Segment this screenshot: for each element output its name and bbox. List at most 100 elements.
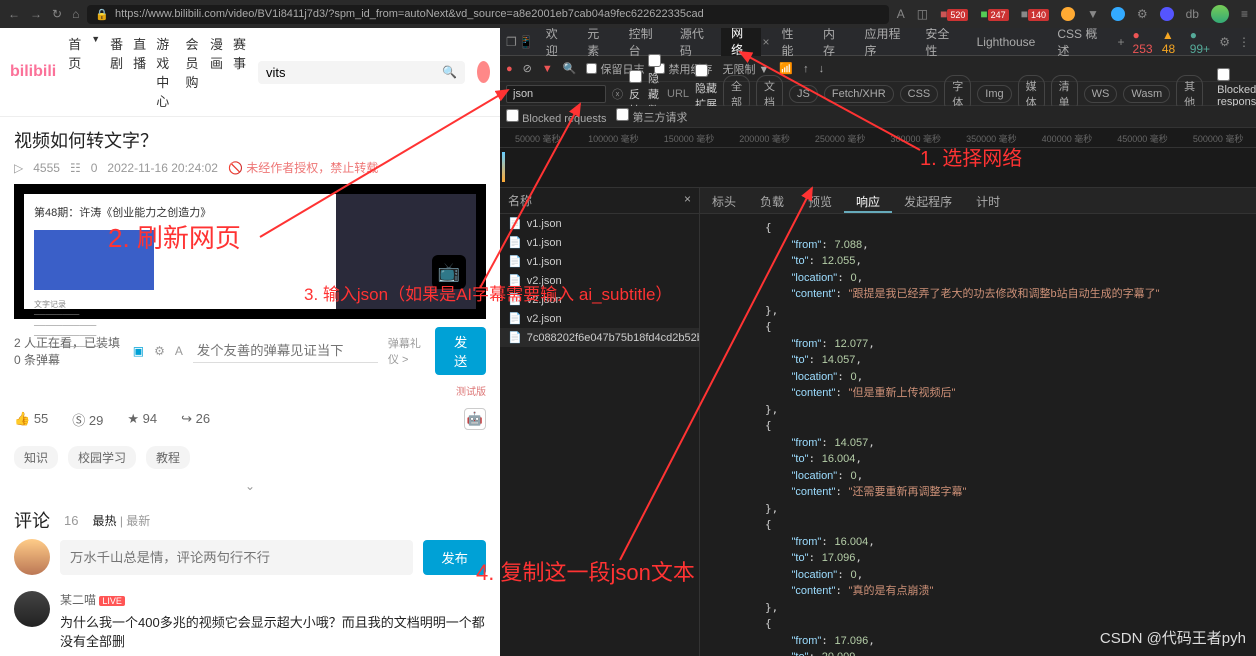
fav-button[interactable]: ★ 94 [127, 411, 157, 427]
close-tab-icon[interactable]: × [763, 35, 770, 49]
ext-icon[interactable]: ▼ [1087, 7, 1099, 21]
tag[interactable]: 教程 [146, 446, 190, 469]
reload-icon[interactable]: ↻ [52, 7, 62, 21]
request-row[interactable]: 📄 7c088202f6e047b75b18fd4cd2b52b2c34c... [500, 328, 699, 347]
bili-logo[interactable]: bilibili [10, 63, 56, 81]
more-icon[interactable]: ⋮ [1238, 35, 1250, 49]
type-css[interactable]: CSS [900, 85, 939, 103]
ext-icon[interactable] [1061, 7, 1075, 21]
search-icon[interactable]: 🔍 [442, 65, 457, 79]
like-button[interactable]: 👍 55 [14, 411, 48, 427]
json-response-view[interactable]: { "from": 7.088, "to": 12.055, "location… [700, 214, 1256, 656]
network-filter-bar: ⓧ 反转 隐藏数据 URL 隐藏扩展 URL 全部 文档 JS Fetch/XH… [500, 82, 1256, 106]
request-row[interactable]: 📄 v1.json [500, 214, 699, 233]
tab-response[interactable]: 响应 [844, 188, 892, 213]
zen-icon[interactable]: ◫ [917, 7, 928, 21]
forward-icon[interactable]: → [30, 7, 42, 21]
wifi-icon[interactable]: 📶 [779, 62, 793, 75]
request-row[interactable]: 📄 v1.json [500, 233, 699, 252]
filter-input[interactable] [506, 85, 606, 103]
ext-icon[interactable]: ■140 [1021, 7, 1049, 21]
request-row[interactable]: 📄 v2.json [500, 271, 699, 290]
nav-anime[interactable]: 番剧 [110, 34, 123, 110]
gear-icon[interactable]: ⚙ [1219, 35, 1230, 49]
info-count[interactable]: ● 99+ [1190, 28, 1212, 56]
nav-comic[interactable]: 漫画 [210, 34, 223, 110]
ext-icon[interactable]: ⚙ [1137, 7, 1148, 21]
extension-icons: A ◫ ■520 ■247 ■140 ▼ ⚙ db ≡ [897, 5, 1248, 23]
type-wasm[interactable]: Wasm [1123, 85, 1170, 103]
request-row[interactable]: 📄 v1.json [500, 252, 699, 271]
send-danmu-button[interactable]: 发送 [435, 327, 486, 375]
type-js[interactable]: JS [789, 85, 818, 103]
ext-icon[interactable]: ■520 [940, 7, 968, 21]
nav-home[interactable]: 首页 [68, 34, 81, 110]
video-player[interactable]: 第48期：许涛《创业能力之创造力》 文字记录──────────────────… [14, 184, 486, 319]
nav-live[interactable]: 直播 [133, 34, 146, 110]
type-img[interactable]: Img [977, 85, 1011, 103]
timeline-chart[interactable] [500, 148, 1256, 188]
bili-header: bilibili 首页▼ 番剧 直播 游戏中心 会员购 漫画 赛事 🔍 [0, 28, 500, 117]
nav-match[interactable]: 赛事 [233, 34, 246, 110]
type-xhr[interactable]: Fetch/XHR [824, 85, 894, 103]
bot-icon[interactable]: 🤖 [464, 408, 486, 430]
nav-game[interactable]: 游戏中心 [156, 34, 175, 110]
nav-shop[interactable]: 会员购 [186, 34, 200, 110]
tab-payload[interactable]: 负载 [748, 188, 796, 213]
reader-icon[interactable]: A [897, 7, 905, 21]
search-box[interactable]: 🔍 [258, 61, 465, 84]
plus-icon[interactable]: + [1112, 35, 1131, 49]
play-icon: ▷ [14, 161, 23, 175]
sort-new[interactable]: 最新 [126, 514, 150, 528]
url-bar[interactable]: 🔒 https://www.bilibili.com/video/BV1i841… [87, 5, 888, 24]
share-button[interactable]: ↪ 26 [181, 411, 210, 427]
request-row[interactable]: 📄 v2.json [500, 290, 699, 309]
name-column-header[interactable]: 名称 [508, 192, 532, 209]
record-icon[interactable]: ● [506, 63, 513, 75]
my-avatar[interactable] [14, 539, 50, 575]
filter-icon[interactable]: ▼ [542, 63, 553, 75]
tv-icon[interactable]: 📺 [438, 262, 460, 283]
ext-icon[interactable] [1160, 7, 1174, 21]
lock-icon: 🔒 [95, 8, 109, 21]
commenter-name[interactable]: 某二喵 [60, 593, 96, 607]
warning-count[interactable]: ▲ 48 [1162, 28, 1182, 56]
search-icon[interactable]: 🔍 [563, 62, 577, 75]
request-row[interactable]: 📄 v2.json [500, 309, 699, 328]
download-icon[interactable]: ↓ [819, 63, 825, 75]
tag[interactable]: 知识 [14, 446, 58, 469]
tab-preview[interactable]: 预览 [796, 188, 844, 213]
menu-icon[interactable]: ≡ [1241, 7, 1248, 21]
ext-icon[interactable]: db [1186, 7, 1199, 21]
sort-hot[interactable]: 最热 [92, 514, 116, 528]
close-icon[interactable]: × [684, 192, 691, 209]
device-icon[interactable]: 📱 [519, 35, 534, 49]
clear-filter-icon[interactable]: ⓧ [612, 86, 623, 102]
commenter-avatar[interactable] [14, 591, 50, 627]
coin-button[interactable]: Ⓢ 29 [72, 410, 103, 429]
avatar-icon[interactable] [1211, 5, 1229, 23]
ext-icon[interactable] [1111, 7, 1125, 21]
tag[interactable]: 校园学习 [68, 446, 136, 469]
type-ws[interactable]: WS [1084, 85, 1118, 103]
inspector-icon[interactable]: ❐ [506, 35, 517, 49]
publish-button[interactable]: 发布 [423, 540, 486, 575]
back-icon[interactable]: ← [8, 7, 20, 21]
tab-lighthouse[interactable]: Lighthouse [967, 30, 1046, 54]
throttle-select[interactable]: 无限制 ▼ [722, 61, 769, 77]
request-type-bar: Blocked requests 第三方请求 [500, 106, 1256, 128]
home-icon[interactable]: ⌂ [72, 7, 79, 21]
clear-icon[interactable]: ⊘ [523, 62, 532, 75]
tab-timing[interactable]: 计时 [964, 188, 1012, 213]
blocked-req-checkbox[interactable]: Blocked requests [506, 109, 606, 125]
error-count[interactable]: ● 253 [1133, 28, 1154, 56]
danmu-setting-label[interactable]: 弹幕礼仪 > [388, 335, 425, 367]
comment-input[interactable] [60, 540, 413, 575]
third-party-checkbox[interactable]: 第三方请求 [616, 108, 687, 125]
tab-headers[interactable]: 标头 [700, 188, 748, 213]
tab-initiator[interactable]: 发起程序 [892, 188, 964, 213]
search-input[interactable] [266, 65, 442, 80]
ext-icon[interactable]: ■247 [980, 7, 1008, 21]
upload-icon[interactable]: ↑ [803, 63, 809, 75]
user-avatar[interactable] [477, 61, 490, 83]
